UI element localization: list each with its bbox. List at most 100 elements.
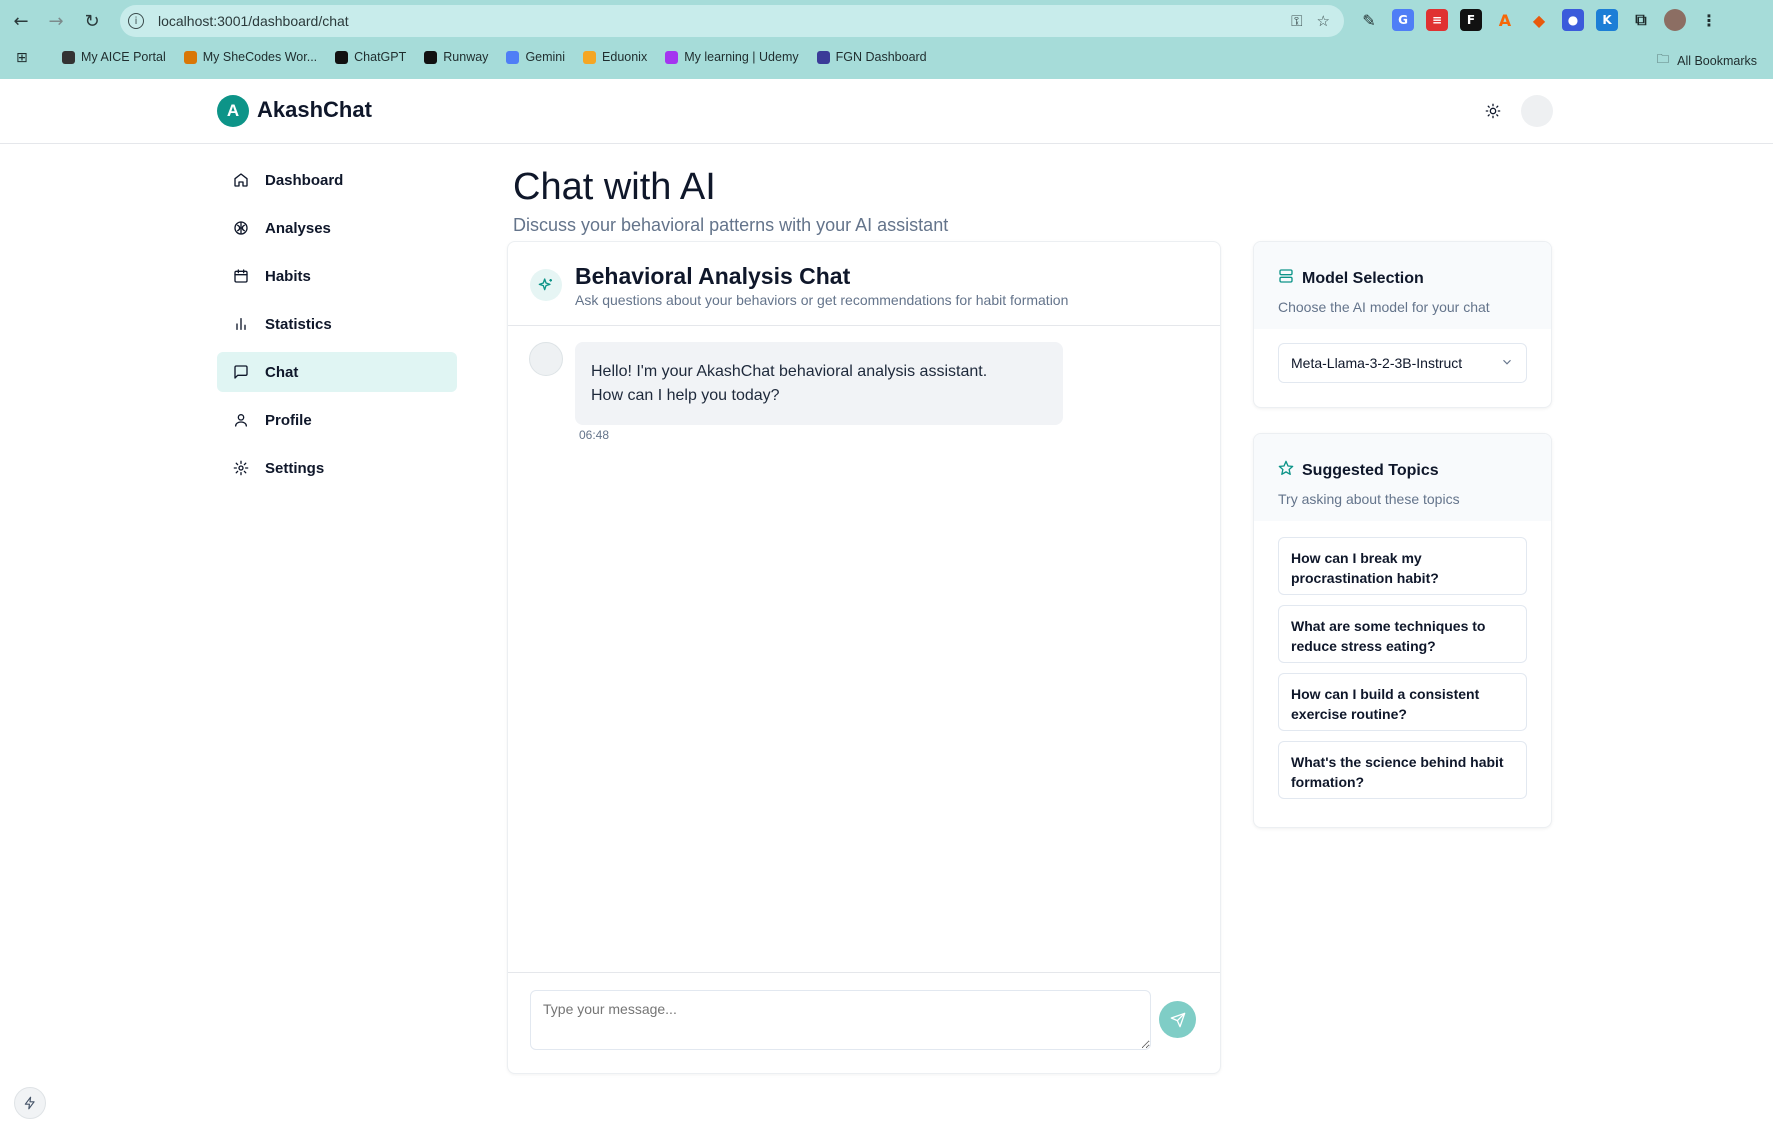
sidebar-item-label: Profile	[265, 411, 312, 429]
bookmark-favicon-icon	[816, 50, 830, 64]
suggested-topics-card: Suggested Topics Try asking about these …	[1253, 433, 1552, 828]
extension-k-icon[interactable]: K	[1596, 9, 1618, 31]
eyedropper-icon[interactable]: ✎	[1358, 9, 1380, 31]
bookmark-label: Eduonix	[602, 50, 648, 64]
bookmark-label: FGN Dashboard	[835, 50, 927, 64]
chat-title: Behavioral Analysis Chat	[575, 263, 851, 289]
sidebar-item-statistics[interactable]: Statistics	[217, 304, 457, 344]
app-name[interactable]: AkashChat	[257, 97, 372, 123]
model-selection-title: Model Selection	[1302, 269, 1424, 287]
bookmark-favicon-icon	[506, 50, 520, 64]
bookmark-star-icon[interactable]: ☆	[1317, 12, 1330, 30]
all-bookmarks[interactable]: 🗀 All Bookmarks	[1657, 50, 1757, 71]
reload-icon[interactable]: ↻	[79, 8, 105, 34]
sidebar-item-chat[interactable]: Chat	[217, 352, 457, 392]
translate-icon[interactable]: G	[1392, 9, 1414, 31]
bookmark-label: Runway	[443, 50, 489, 64]
calendar-icon	[233, 268, 249, 284]
sidebar-item-analyses[interactable]: Analyses	[217, 208, 457, 248]
message-timestamp: 06:48	[579, 428, 610, 442]
bookmark-label: Gemini	[525, 50, 566, 64]
extension-a-icon[interactable]: A	[1494, 9, 1516, 31]
bookmark-favicon-icon	[424, 50, 438, 64]
bookmark-label: My SheCodes Wor...	[202, 50, 318, 64]
model-select[interactable]: Meta-Llama-3-2-3B-Instruct	[1278, 343, 1527, 383]
address-bar[interactable]: i localhost:3001/dashboard/chat ⚿ ☆	[120, 5, 1344, 37]
message-line: Hello! I'm your AkashChat behavioral ana…	[591, 363, 988, 380]
message-composer	[508, 972, 1220, 1074]
bookmark-item[interactable]: My learning | Udemy	[665, 50, 799, 64]
logo-badge[interactable]: A	[217, 95, 249, 127]
sun-icon[interactable]	[1481, 99, 1505, 123]
bookmark-label: My AICE Portal	[81, 50, 166, 64]
bookmark-item[interactable]: Runway	[424, 50, 488, 64]
app-header: A AkashChat	[0, 79, 1773, 144]
message-icon	[233, 364, 249, 380]
bar-chart-icon	[233, 316, 249, 332]
user-avatar[interactable]	[1521, 95, 1553, 127]
page-title: Chat with AI	[513, 166, 716, 208]
sidebar-item-label: Statistics	[265, 315, 332, 333]
bookmark-list: My AICE Portal My SheCodes Wor... ChatGPT R…	[62, 50, 945, 64]
assistant-avatar	[529, 342, 563, 376]
suggested-topic-button[interactable]: What's the science behind habit formatio…	[1278, 741, 1527, 799]
key-icon[interactable]: ⚿	[1291, 12, 1302, 30]
suggested-topic-button[interactable]: How can I break my procrastination habit…	[1278, 537, 1527, 595]
gear-icon	[233, 460, 249, 476]
todoist-icon[interactable]: ≡	[1426, 9, 1448, 31]
profile-avatar-icon[interactable]	[1664, 9, 1686, 31]
bookmark-item[interactable]: ChatGPT	[335, 50, 406, 64]
star-icon	[1278, 460, 1294, 481]
bookmark-label: ChatGPT	[354, 50, 407, 64]
chat-description: Ask questions about your behaviors or ge…	[575, 292, 1069, 308]
bookmark-favicon-icon	[665, 50, 679, 64]
bookmark-item[interactable]: My AICE Portal	[62, 50, 166, 64]
bookmark-item[interactable]: Eduonix	[583, 50, 647, 64]
folder-icon: 🗀	[1656, 52, 1670, 66]
bookmark-label: My learning | Udemy	[684, 50, 799, 64]
sidebar-item-profile[interactable]: Profile	[217, 400, 457, 440]
extension-robot-icon[interactable]: ●	[1562, 9, 1584, 31]
apps-grid-icon[interactable]: ⊞	[16, 50, 28, 66]
sidebar-item-label: Chat	[265, 363, 299, 381]
extensions-row: ✎ G ≡ F A ◆ ● K ⧉ ⋮	[1358, 9, 1720, 31]
suggested-topic-button[interactable]: What are some techniques to reduce stres…	[1278, 605, 1527, 663]
bookmark-favicon-icon	[583, 50, 597, 64]
back-icon[interactable]: ←	[8, 8, 34, 34]
metamask-icon[interactable]: ◆	[1528, 9, 1550, 31]
send-button[interactable]	[1159, 1001, 1196, 1038]
model-select-value: Meta-Llama-3-2-3B-Instruct	[1291, 355, 1463, 371]
sidebar-item-label: Dashboard	[265, 171, 344, 189]
bookmark-item[interactable]: Gemini	[506, 50, 565, 64]
dev-tools-button[interactable]	[14, 1087, 46, 1119]
extension-f-icon[interactable]: F	[1460, 9, 1482, 31]
sidebar-item-habits[interactable]: Habits	[217, 256, 457, 296]
user-icon	[233, 412, 249, 428]
site-info-icon[interactable]: i	[128, 13, 144, 29]
bookmark-item[interactable]: FGN Dashboard	[816, 50, 927, 64]
bookmark-favicon-icon	[183, 50, 197, 64]
message-input[interactable]	[530, 990, 1151, 1050]
sidebar-item-dashboard[interactable]: Dashboard	[217, 160, 457, 200]
sidebar-item-settings[interactable]: Settings	[217, 448, 457, 488]
sparkles-icon	[530, 269, 562, 301]
lightning-icon	[24, 1096, 35, 1110]
sidebar-item-label: Analyses	[265, 219, 331, 237]
page-subtitle: Discuss your behavioral patterns with yo…	[513, 215, 949, 235]
bookmark-item[interactable]: My SheCodes Wor...	[183, 50, 318, 64]
send-icon	[1170, 1012, 1185, 1027]
topics-list: How can I break my procrastination habit…	[1254, 521, 1551, 799]
bookmark-favicon-icon	[62, 50, 75, 64]
suggested-topic-button[interactable]: How can I build a consistent exercise ro…	[1278, 673, 1527, 731]
server-icon	[1278, 268, 1294, 289]
home-icon	[233, 172, 249, 188]
suggested-topics-description: Try asking about these topics	[1278, 491, 1460, 507]
model-selection-card: Model Selection Choose the AI model for …	[1253, 241, 1552, 408]
all-bookmarks-label: All Bookmarks	[1677, 53, 1757, 68]
forward-icon[interactable]: →	[43, 8, 69, 34]
sidebar-item-label: Settings	[265, 459, 325, 477]
assistant-message: Hello! I'm your AkashChat behavioral ana…	[575, 342, 1063, 425]
menu-dots-icon[interactable]: ⋮	[1698, 9, 1720, 31]
puzzle-icon[interactable]: ⧉	[1630, 9, 1652, 31]
brain-icon	[233, 220, 249, 236]
